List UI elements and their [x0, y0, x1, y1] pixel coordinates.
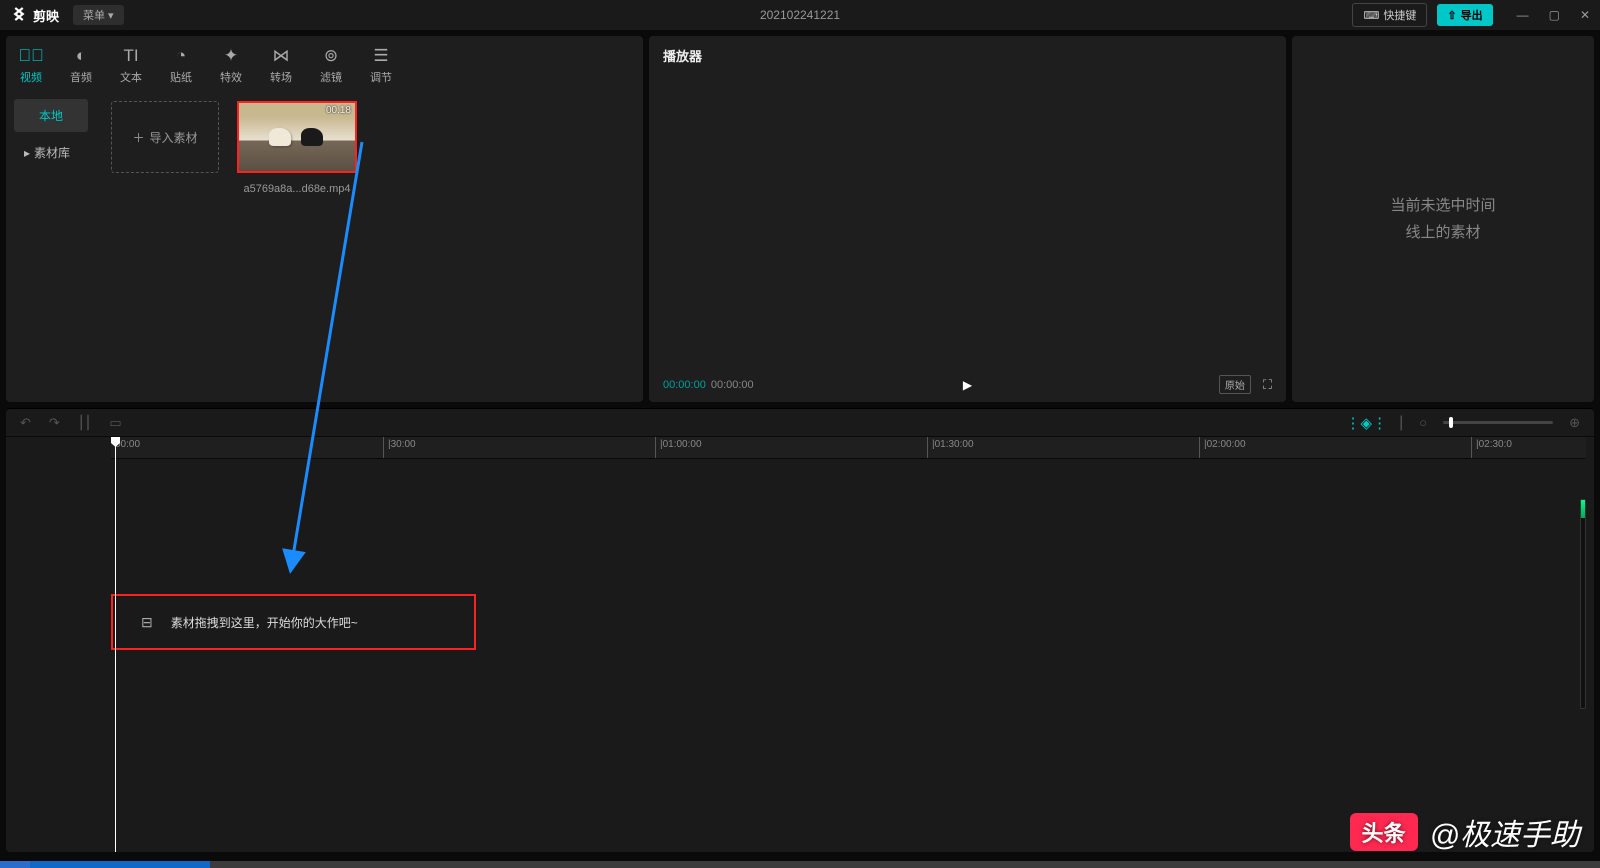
app-logo: 剪映 [10, 5, 59, 26]
properties-panel: 当前未选中时间 线上的素材 [1292, 36, 1594, 402]
sidebar-item-library[interactable]: ▸ 素材库 [14, 136, 88, 169]
tab-transition[interactable]: ⋈ 转场 [256, 40, 306, 91]
original-ratio-button[interactable]: 原始 [1219, 375, 1251, 394]
adjust-icon: ☰ [373, 46, 388, 66]
transition-icon: ⋈ [273, 46, 290, 66]
tab-video[interactable]: ▸⃞ 视频 [6, 40, 56, 91]
time-current: 00:00:00 [663, 379, 706, 391]
filter-icon: ⊚ [324, 46, 338, 66]
title-bar: 剪映 菜单 ▾ 202102241221 ⌨ 快捷键 ⇧ 导出 — ▢ ✕ [0, 0, 1600, 30]
watermark: 头条 @极速手助 [1350, 810, 1580, 854]
time-total: 00:00:00 [711, 379, 754, 391]
clip-icon: ⊟ [141, 614, 153, 631]
export-button[interactable]: ⇧ 导出 [1437, 4, 1492, 26]
tab-label: 特效 [220, 69, 242, 85]
media-filename: a5769a8a...d68e.mp4 [243, 183, 350, 195]
sticker-icon: ◔ [176, 46, 186, 66]
player-controls: 00:00:00 00:00:00 ▶ 原始 ⛶ [649, 367, 1286, 402]
app-name: 剪映 [33, 6, 59, 25]
tab-effect[interactable]: ✦ 特效 [206, 40, 256, 91]
logo-icon [10, 5, 28, 26]
media-duration: 00:18 [326, 105, 351, 116]
zoom-out-button[interactable]: ○ [1415, 413, 1431, 432]
chevron-right-icon: ▸ [24, 146, 30, 160]
play-button[interactable]: ▶ [963, 378, 972, 392]
tab-audio[interactable]: ◐ 音频 [56, 40, 106, 91]
timeline-ruler[interactable]: 00:00 |30:00 |01:00:00 |01:30:00 |02:00:… [111, 437, 1586, 459]
media-panel: ▸⃞ 视频 ◐ 音频 TI 文本 ◔ 贴纸 ✦ 特效 ⋈ 转场 [6, 36, 643, 402]
tab-sticker[interactable]: ◔ 贴纸 [156, 40, 206, 91]
player-title: 播放器 [649, 36, 1286, 75]
chevron-down-icon: ▾ [108, 9, 114, 22]
minimize-button[interactable]: — [1517, 8, 1529, 22]
maximize-button[interactable]: ▢ [1549, 8, 1560, 22]
timeline-drop-hint[interactable]: ⊟ 素材拖拽到这里，开始你的大作吧~ [111, 594, 476, 650]
properties-placeholder: 当前未选中时间 线上的素材 [1390, 192, 1495, 246]
plus-icon: ＋ [132, 129, 144, 146]
media-thumbnail[interactable]: 00:18 [237, 101, 357, 173]
media-sidebar: 本地 ▸ 素材库 [6, 91, 96, 402]
media-item[interactable]: 00:18 a5769a8a...d68e.mp4 [237, 101, 357, 392]
media-tabs: ▸⃞ 视频 ◐ 音频 TI 文本 ◔ 贴纸 ✦ 特效 ⋈ 转场 [6, 36, 643, 91]
tab-text[interactable]: TI 文本 [106, 40, 156, 91]
player-panel: 播放器 00:00:00 00:00:00 ▶ 原始 ⛶ [649, 36, 1286, 402]
timeline-playhead[interactable] [115, 437, 116, 852]
taskbar [0, 861, 1600, 868]
timeline-panel: ↶ ↷ ⎮⎮ ▭ ⋮◈⋮ | ○ ⊕ 00:00 |30:00 |01:00:0… [6, 408, 1594, 852]
tab-label: 贴纸 [170, 69, 192, 85]
marker-icon[interactable]: ⋮◈⋮ [1346, 414, 1388, 432]
sidebar-item-local[interactable]: 本地 [14, 99, 88, 132]
tab-adjust[interactable]: ☰ 调节 [356, 40, 406, 91]
menu-button[interactable]: 菜单 ▾ [73, 5, 124, 25]
timeline-toolbar: ↶ ↷ ⎮⎮ ▭ ⋮◈⋮ | ○ ⊕ [6, 409, 1594, 437]
import-media-button[interactable]: ＋ 导入素材 [111, 101, 219, 173]
close-button[interactable]: ✕ [1580, 8, 1590, 22]
timeline-zoom-slider[interactable] [1443, 421, 1553, 424]
undo-button[interactable]: ↶ [16, 413, 35, 433]
delete-button[interactable]: ▭ [105, 413, 125, 433]
tab-label: 转场 [270, 69, 292, 85]
tab-label: 音频 [70, 69, 92, 85]
audio-meter [1580, 499, 1586, 709]
player-viewport[interactable] [649, 75, 1286, 367]
keyboard-icon: ⌨ [1363, 9, 1379, 22]
tab-label: 滤镜 [320, 69, 342, 85]
split-button[interactable]: ⎮⎮ [74, 413, 96, 433]
video-icon: ▸⃞ [18, 46, 44, 66]
audio-icon: ◐ [76, 46, 86, 66]
text-icon: TI [123, 46, 138, 66]
project-title: 202102241221 [760, 8, 840, 22]
main-area: ▸⃞ 视频 ◐ 音频 TI 文本 ◔ 贴纸 ✦ 特效 ⋈ 转场 [0, 30, 1600, 408]
tab-label: 视频 [20, 69, 42, 85]
effect-icon: ✦ [224, 46, 238, 66]
export-icon: ⇧ [1447, 9, 1456, 22]
watermark-badge: 头条 [1350, 813, 1418, 851]
tab-filter[interactable]: ⊚ 滤镜 [306, 40, 356, 91]
zoom-in-button[interactable]: ⊕ [1565, 413, 1584, 433]
fullscreen-button[interactable]: ⛶ [1263, 377, 1272, 393]
timeline-tracks[interactable]: ⊟ 素材拖拽到这里，开始你的大作吧~ [111, 459, 1586, 839]
redo-button[interactable]: ↷ [45, 413, 64, 433]
tab-label: 调节 [370, 69, 392, 85]
media-grid: ＋ 导入素材 00:18 a5769a8a...d68e.mp4 [96, 91, 643, 402]
watermark-handle: @极速手助 [1430, 810, 1580, 854]
shortcuts-button[interactable]: ⌨ 快捷键 [1352, 3, 1427, 27]
tab-label: 文本 [120, 69, 142, 85]
